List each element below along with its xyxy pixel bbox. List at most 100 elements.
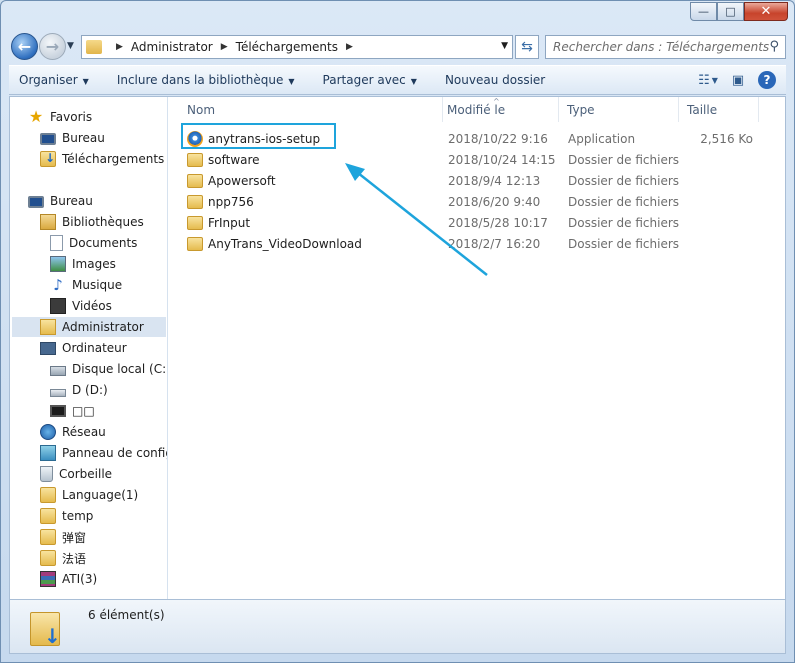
sidebar-item-network[interactable]: Réseau (40, 422, 106, 442)
sidebar-item-administrator[interactable]: Administrator (12, 317, 166, 337)
file-modified: 2018/6/20 9:40 (448, 194, 541, 209)
folder-icon (187, 194, 203, 209)
new-folder-button[interactable]: Nouveau dossier (427, 73, 555, 87)
search-icon[interactable]: ⚲ (769, 39, 779, 54)
file-name: npp756 (208, 194, 254, 209)
sidebar-item-recycle-bin[interactable]: Corbeille (40, 464, 112, 484)
search-input[interactable]: Rechercher dans : Téléchargements ⚲ (545, 35, 786, 59)
sidebar-item-downloads[interactable]: Téléchargements (40, 149, 164, 169)
sidebar-item-libraries[interactable]: Bibliothèques (40, 212, 144, 232)
file-row[interactable]: Apowersoft 2018/9/4 12:13 Dossier de fic… (177, 170, 777, 191)
address-bar[interactable]: ▶ Administrator ▶ Téléchargements ▶ ▼ (81, 35, 513, 59)
sidebar-item-control-panel[interactable]: Panneau de configu (40, 443, 167, 463)
minimize-button[interactable]: — (690, 2, 717, 21)
file-row[interactable]: npp756 2018/6/20 9:40 Dossier de fichier… (177, 191, 777, 212)
maximize-button[interactable]: □ (717, 2, 744, 21)
breadcrumb-separator-icon[interactable]: ▶ (221, 42, 228, 52)
sidebar-item-desktop-root[interactable]: Bureau (28, 191, 93, 211)
forward-arrow-icon: → (45, 37, 60, 56)
file-name: AnyTrans_VideoDownload (208, 236, 362, 251)
media-drive-icon (50, 405, 66, 417)
archive-icon (40, 571, 56, 587)
file-row[interactable]: anytrans-ios-setup 2018/10/22 9:16 Appli… (177, 128, 777, 149)
back-arrow-icon: ← (17, 37, 32, 56)
sidebar-item-temp[interactable]: temp (40, 506, 93, 526)
command-bar: Organiser ▼ Inclure dans la bibliothèque ▼… (9, 65, 786, 95)
back-button[interactable]: ← (11, 33, 38, 60)
details-pane: ↓ 6 élément(s) (9, 600, 786, 654)
folder-icon (187, 152, 203, 167)
column-header-type[interactable]: Type (559, 97, 679, 122)
downloads-folder-icon (40, 151, 56, 167)
recycle-bin-icon (40, 466, 53, 482)
sidebar-item-computer[interactable]: Ordinateur (40, 338, 127, 358)
address-dropdown-icon[interactable]: ▼ (501, 41, 508, 51)
folder-icon (40, 529, 56, 545)
file-list[interactable]: Nom ^ Modifié le Type Taille anytrans-io… (169, 97, 785, 599)
include-in-library-menu[interactable]: Inclure dans la bibliothèque ▼ (99, 73, 305, 87)
folder-icon (40, 487, 56, 503)
file-type: Dossier de fichiers (568, 236, 680, 251)
refresh-button[interactable]: ⇆ (515, 35, 539, 59)
breadcrumb-administrator[interactable]: Administrator (131, 40, 213, 54)
desktop-icon (28, 196, 44, 208)
chevron-down-icon: ▼ (288, 77, 295, 86)
address-row: ← → ▼ ▶ Administrator ▶ Téléchargements … (9, 33, 786, 61)
sidebar-item-documents[interactable]: Documents (50, 233, 137, 253)
folder-icon (40, 550, 56, 566)
sidebar-item-images[interactable]: Images (50, 254, 116, 274)
help-icon[interactable]: ? (758, 71, 776, 89)
sidebar-item-language[interactable]: Language(1) (40, 485, 138, 505)
caption-buttons: — □ ✕ (690, 2, 788, 21)
breadcrumb-separator-icon[interactable]: ▶ (116, 42, 123, 52)
navigation-pane[interactable]: ★Favoris Bureau Téléchargements Bureau B… (10, 97, 168, 599)
file-modified: 2018/9/4 12:13 (448, 173, 541, 188)
image-icon (50, 256, 66, 272)
search-placeholder: Rechercher dans : Téléchargements (553, 40, 770, 54)
network-icon (40, 424, 56, 440)
video-icon (50, 298, 66, 314)
sidebar-item-drive-d[interactable]: D (D:) (50, 380, 108, 400)
view-options-icon[interactable]: ☷ ▼ (698, 71, 718, 89)
local-disk-icon (50, 366, 66, 376)
breadcrumb-separator-icon[interactable]: ▶ (346, 42, 353, 52)
downloads-folder-icon (86, 40, 102, 54)
share-with-menu[interactable]: Partager avec ▼ (305, 73, 427, 87)
file-row[interactable]: software 2018/10/24 14:15 Dossier de fic… (177, 149, 777, 170)
file-row[interactable]: FrInput 2018/5/28 10:17 Dossier de fichi… (177, 212, 777, 233)
column-header-name[interactable]: Nom (179, 97, 443, 122)
forward-button[interactable]: → (39, 33, 66, 60)
file-row[interactable]: AnyTrans_VideoDownload 2018/2/7 16:20 Do… (177, 233, 777, 254)
file-name: Apowersoft (208, 173, 276, 188)
file-type: Dossier de fichiers (568, 173, 680, 188)
sidebar-item-french[interactable]: 法语 (40, 548, 86, 568)
file-type: Application (568, 131, 636, 146)
file-name: FrInput (208, 215, 251, 230)
breadcrumb-downloads[interactable]: Téléchargements (236, 40, 338, 54)
libraries-icon (40, 214, 56, 230)
sidebar-item-popup[interactable]: 弹窗 (40, 527, 86, 547)
music-icon: ♪ (53, 276, 63, 294)
sidebar-item-videos[interactable]: Vidéos (50, 296, 112, 316)
preview-pane-icon[interactable]: ▣ (728, 71, 748, 89)
sidebar-item-music[interactable]: ♪ Musique (50, 275, 122, 295)
folder-icon (187, 173, 203, 188)
sidebar-item-media-drive[interactable]: □□ (50, 401, 95, 421)
close-button[interactable]: ✕ (744, 2, 788, 21)
sidebar-item-local-disk-c[interactable]: Disque local (C:) (50, 359, 167, 379)
desktop-icon (40, 133, 56, 145)
sidebar-item-ati[interactable]: ATI(3) (40, 569, 97, 589)
organize-menu[interactable]: Organiser ▼ (9, 73, 99, 87)
sidebar-item-favorites[interactable]: ★ Favoris (28, 107, 92, 127)
file-type: Dossier de fichiers (568, 152, 680, 167)
chevron-down-icon: ▼ (82, 77, 89, 86)
control-panel-icon (40, 445, 56, 461)
column-header-modified[interactable]: Modifié le (439, 97, 559, 122)
recent-pages-dropdown[interactable]: ▼ (67, 41, 74, 51)
column-header-size[interactable]: Taille (679, 97, 759, 122)
file-modified: 2018/5/28 10:17 (448, 215, 548, 230)
star-icon: ★ (28, 107, 44, 126)
user-folder-icon (40, 319, 56, 335)
sidebar-item-desktop[interactable]: Bureau (40, 128, 105, 148)
file-name: software (208, 152, 260, 167)
